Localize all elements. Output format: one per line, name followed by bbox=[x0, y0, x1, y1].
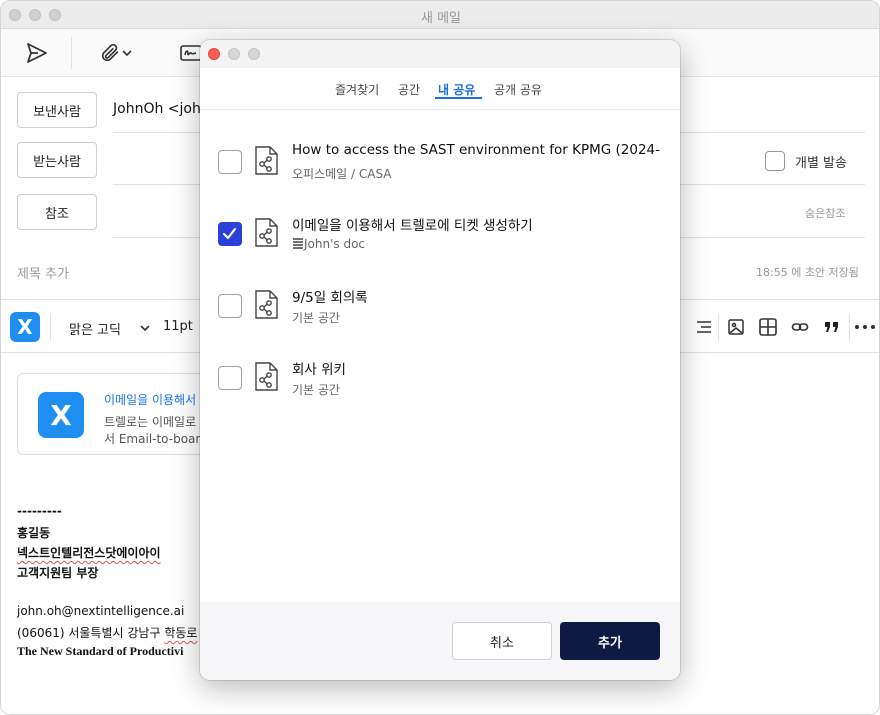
dialog-minimize-button[interactable] bbox=[228, 48, 240, 60]
attach-button[interactable] bbox=[93, 39, 139, 67]
list-item[interactable]: 이메일을 이용해서 트렐로에 티켓 생성하기 John's doc bbox=[200, 214, 680, 286]
shared-document-icon bbox=[255, 146, 278, 175]
subject-input[interactable]: 제목 추가 bbox=[17, 263, 69, 282]
share-picker-dialog: 즐겨찾기 공간 내 공유 공개 공유 How to access the SAS… bbox=[200, 40, 680, 680]
item-subtitle: 오피스메일 / CASA bbox=[292, 167, 392, 181]
send-button[interactable] bbox=[21, 39, 53, 67]
individual-send-label: 개별 발송 bbox=[795, 155, 847, 171]
app-logo-icon[interactable]: X bbox=[10, 312, 40, 342]
signature-email: john.oh@nextintelligence.ai bbox=[17, 604, 185, 618]
tab-my-shares[interactable]: 내 공유 bbox=[438, 81, 475, 98]
item-checkbox[interactable] bbox=[218, 294, 242, 318]
quote-icon[interactable] bbox=[823, 319, 841, 335]
signature-name: 홍길동 bbox=[17, 526, 51, 540]
item-subtitle-row: John's doc bbox=[292, 237, 365, 251]
individual-send-checkbox[interactable] bbox=[765, 151, 785, 171]
item-subtitle: John's doc bbox=[304, 237, 366, 251]
shared-document-icon bbox=[255, 218, 278, 247]
window-title: 새 메일 bbox=[420, 11, 461, 26]
paperclip-icon bbox=[101, 43, 119, 62]
signature-dashes: --------- bbox=[17, 504, 62, 518]
item-title: 이메일을 이용해서 트렐로에 티켓 생성하기 bbox=[292, 218, 533, 234]
dialog-close-button[interactable] bbox=[208, 48, 220, 60]
dialog-zoom-button[interactable] bbox=[248, 48, 260, 60]
align-right-icon[interactable] bbox=[695, 319, 713, 335]
signature-company: 넥스트인텔리전스닷에이아이 bbox=[17, 546, 161, 560]
item-subtitle: 기본 공간 bbox=[292, 311, 340, 325]
more-options-icon[interactable] bbox=[854, 324, 876, 330]
chevron-down-icon bbox=[122, 50, 132, 57]
tab-public-shares[interactable]: 공개 공유 bbox=[494, 81, 542, 98]
space-icon bbox=[293, 238, 303, 249]
font-family-select[interactable]: 맑은 고딕 bbox=[69, 319, 121, 338]
card-description-line1: 트렐로는 이메일로 bbox=[104, 415, 197, 429]
list-item[interactable]: 9/5일 회의록 기본 공간 bbox=[200, 286, 680, 358]
tab-favorites[interactable]: 즐겨찾기 bbox=[335, 81, 379, 98]
tab-spaces[interactable]: 공간 bbox=[398, 81, 420, 98]
bcc-link[interactable]: 숨은참조 bbox=[805, 205, 845, 221]
individual-send-toggle[interactable]: 개별 발송 bbox=[765, 151, 847, 171]
dialog-tabs: 즐겨찾기 공간 내 공유 공개 공유 bbox=[200, 68, 680, 110]
item-subtitle: 기본 공간 bbox=[292, 383, 340, 397]
card-title: 이메일을 이용해서 bbox=[104, 393, 197, 407]
item-title: How to access the SAST environment for K… bbox=[292, 142, 660, 158]
signature-address-prefix: (06061) 서울특별시 강남구 bbox=[17, 626, 165, 640]
card-logo-icon: X bbox=[38, 392, 84, 438]
shared-document-icon bbox=[255, 362, 278, 391]
item-title: 회사 위키 bbox=[292, 362, 346, 378]
cancel-button[interactable]: 취소 bbox=[452, 622, 552, 660]
draft-saved-status: 18:55 에 초안 저장됨 bbox=[756, 266, 859, 279]
cc-button[interactable]: 참조 bbox=[17, 194, 97, 230]
item-checkbox[interactable] bbox=[218, 366, 242, 390]
image-icon[interactable] bbox=[727, 318, 745, 336]
signature-address-tail: 학동로 bbox=[164, 626, 198, 640]
list-item[interactable]: 회사 위키 기본 공간 bbox=[200, 358, 680, 430]
signature-tagline: The New Standard of Productivi bbox=[17, 644, 184, 658]
send-icon bbox=[27, 43, 47, 63]
checkmark-icon bbox=[222, 227, 237, 240]
table-icon[interactable] bbox=[758, 317, 778, 337]
signature-address: (06061) 서울특별시 강남구 학동로 bbox=[17, 624, 197, 641]
title-bar: 새 메일 bbox=[1, 1, 879, 29]
to-button[interactable]: 받는사람 bbox=[17, 142, 97, 178]
card-description-line2: 서 Email-to-board bbox=[104, 432, 208, 446]
signature-position: 고객지원팀 부장 bbox=[17, 566, 99, 580]
add-button[interactable]: 추가 bbox=[560, 622, 660, 660]
font-size-select[interactable]: 11pt bbox=[163, 319, 193, 334]
item-title: 9/5일 회의록 bbox=[292, 290, 368, 306]
dialog-title-bar bbox=[200, 40, 680, 68]
chevron-down-icon bbox=[140, 325, 150, 332]
list-item[interactable]: How to access the SAST environment for K… bbox=[200, 142, 680, 214]
from-button[interactable]: 보낸사람 bbox=[17, 92, 97, 128]
link-icon[interactable] bbox=[791, 319, 809, 335]
item-checkbox[interactable] bbox=[218, 222, 242, 246]
active-tab-indicator bbox=[435, 97, 482, 99]
item-checkbox[interactable] bbox=[218, 150, 242, 174]
shared-document-icon bbox=[255, 290, 278, 319]
from-value: JohnOh <john bbox=[113, 101, 210, 117]
